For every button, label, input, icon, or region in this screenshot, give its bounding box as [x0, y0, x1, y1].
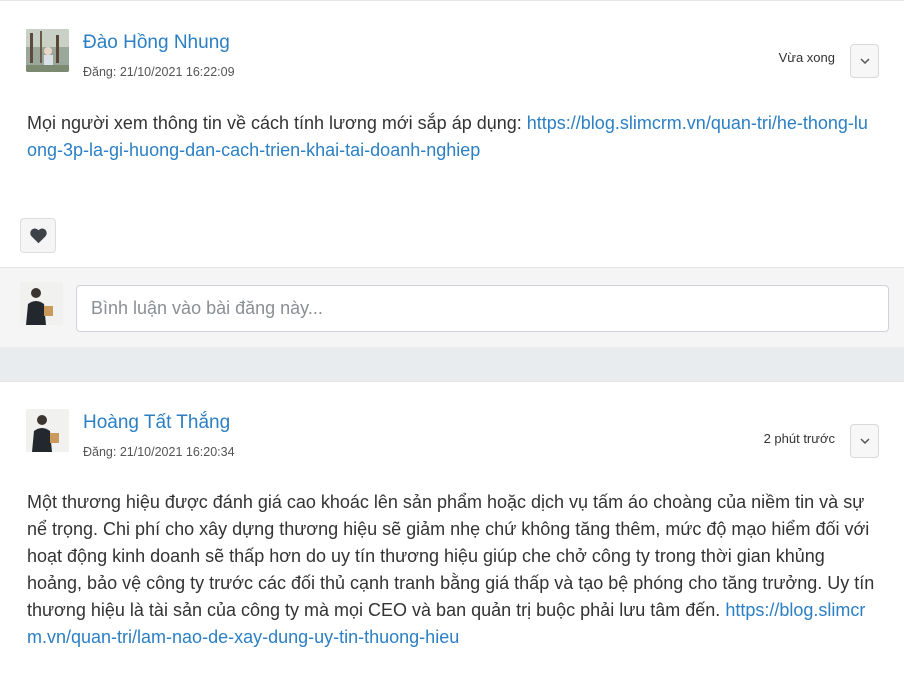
- post-card: Hoàng Tất Thắng Đăng: 21/10/2021 16:20:3…: [0, 381, 904, 681]
- post-menu-button[interactable]: [850, 424, 879, 458]
- chevron-down-icon: [859, 58, 870, 65]
- post-card: Đào Hồng Nhung Đăng: 21/10/2021 16:22:09…: [0, 0, 904, 347]
- post-content: Một thương hiệu được đánh giá cao khoác …: [27, 489, 877, 651]
- post-timestamp: Đăng: 21/10/2021 16:22:09: [83, 65, 235, 79]
- author-name[interactable]: Đào Hồng Nhung: [83, 32, 230, 54]
- author-avatar[interactable]: [26, 29, 69, 72]
- post-menu-button[interactable]: [850, 44, 879, 78]
- heart-icon: [29, 228, 47, 244]
- post-text: Mọi người xem thông tin về cách tính lươ…: [27, 113, 527, 133]
- author-name[interactable]: Hoàng Tất Thắng: [83, 412, 230, 434]
- relative-time: 2 phút trước: [763, 431, 835, 446]
- current-user-avatar: [20, 282, 63, 325]
- relative-time: Vừa xong: [778, 50, 835, 65]
- like-button[interactable]: [20, 218, 56, 253]
- post-content: Mọi người xem thông tin về cách tính lươ…: [27, 110, 877, 164]
- comment-input[interactable]: [76, 285, 889, 332]
- post-timestamp: Đăng: 21/10/2021 16:20:34: [83, 445, 235, 459]
- comment-bar: [0, 267, 904, 347]
- author-avatar[interactable]: [26, 409, 69, 452]
- chevron-down-icon: [859, 438, 870, 445]
